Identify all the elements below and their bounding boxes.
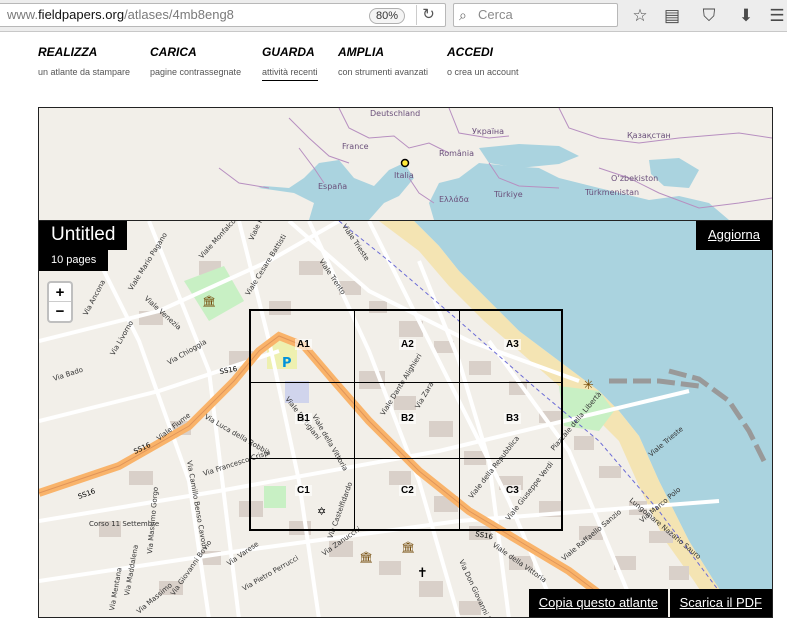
url-host: fieldpapers.org: [38, 7, 125, 22]
grid-cell-b3[interactable]: B3: [460, 383, 563, 459]
grid-label: A3: [504, 339, 521, 350]
url-path: /atlases/4mb8eng8: [124, 7, 234, 22]
grid-label: A2: [399, 339, 416, 350]
download-icon[interactable]: ⬇: [735, 5, 757, 27]
grid-label: A1: [295, 339, 312, 350]
overview-label-deutschland: Deutschland: [370, 109, 420, 118]
overview-label-ozbekiston: O‘zbekiston: [611, 174, 658, 183]
overview-label-italia: Italia: [394, 171, 414, 180]
atlas-title: Untitled: [39, 221, 128, 250]
grid-cell-c3[interactable]: C3: [460, 459, 563, 529]
grid-cell-a2[interactable]: A2: [355, 311, 460, 383]
fountain-icon: ✳: [583, 378, 594, 393]
nav-subtitle: con strumenti avanzati: [338, 67, 429, 77]
church-icon: ✝: [417, 566, 428, 581]
grid-cell-c1[interactable]: C1: [251, 459, 355, 529]
nav-title: AMPLIA: [338, 45, 384, 59]
museum-icon: 🏛: [359, 551, 373, 564]
nav-title: REALIZZA: [38, 45, 98, 59]
zoom-in-button[interactable]: +: [49, 283, 71, 302]
overview-label-espana: España: [318, 182, 347, 191]
grid-cell-a3[interactable]: A3: [460, 311, 563, 383]
museum-icon: 🏛: [202, 295, 216, 308]
atlas-page-grid: A1 A2 A3 B1 B2 B3 C1 C2 C3: [249, 309, 563, 531]
grid-label: C2: [399, 485, 416, 496]
zoom-level-badge[interactable]: 80%: [369, 8, 406, 24]
nav-item-carica[interactable]: CARICA pagine contrassegnate: [150, 45, 241, 77]
grid-cell-a1[interactable]: A1: [251, 311, 355, 383]
search-input[interactable]: ⌕ Cerca: [453, 3, 618, 27]
grid-label: B2: [399, 413, 416, 424]
grid-label: B1: [295, 413, 312, 424]
menu-icon[interactable]: ☰: [766, 5, 787, 27]
nav-title: ACCEDI: [447, 45, 494, 59]
overview-map[interactable]: Deutschland Україна Қазақстан France Rom…: [39, 108, 772, 220]
search-icon: ⌕: [459, 7, 467, 23]
nav-subtitle: o crea un account: [447, 67, 519, 77]
nav-title: CARICA: [150, 45, 197, 59]
grid-label: B3: [504, 413, 521, 424]
search-placeholder: Cerca: [478, 7, 513, 22]
reload-icon[interactable]: ↻: [416, 5, 440, 25]
reading-list-icon[interactable]: ▤: [661, 5, 683, 27]
nav-item-amplia[interactable]: AMPLIA con strumenti avanzati: [338, 45, 428, 77]
overview-label-ellada: Ελλάδα: [439, 195, 469, 204]
copy-atlas-button[interactable]: Copia questo atlante: [528, 589, 668, 617]
grid-label: C1: [295, 485, 312, 496]
overview-label-france: France: [342, 142, 369, 151]
overview-label-turkmenistan: Türkmenistan: [584, 188, 639, 197]
atlas-map-frame: Deutschland Україна Қазақстан France Rom…: [38, 107, 773, 618]
grid-cell-b2[interactable]: B2: [355, 383, 460, 459]
overview-label-ukraina: Україна: [472, 127, 504, 136]
update-button[interactable]: Aggiorna: [695, 221, 772, 250]
browser-toolbar: www.fieldpapers.org/atlases/4mb8eng8 80%…: [0, 0, 787, 32]
nav-subtitle: un atlante da stampare: [38, 67, 131, 77]
nav-item-guarda[interactable]: GUARDA attività recenti: [262, 45, 318, 81]
museum-icon: 🏛: [401, 541, 415, 554]
url-prefix: www.: [7, 7, 39, 22]
nav-item-accedi[interactable]: ACCEDI o crea un account: [447, 45, 519, 77]
download-pdf-button[interactable]: Scarica il PDF: [669, 589, 772, 617]
nav-item-realizza[interactable]: REALIZZA un atlante da stampare: [38, 45, 130, 77]
grid-label: C3: [504, 485, 521, 496]
atlas-page-count: 10 pages: [39, 250, 109, 271]
grid-cell-c2[interactable]: C2: [355, 459, 460, 529]
nav-subtitle: pagine contrassegnate: [150, 67, 242, 77]
pocket-icon[interactable]: ⛉: [698, 5, 720, 27]
overview-label-kazakhstan: Қазақстан: [627, 131, 671, 140]
nav-title: GUARDA: [262, 45, 315, 59]
nav-subtitle: attività recenti: [262, 67, 318, 81]
overview-label-turkiye: Türkiye: [493, 190, 523, 199]
bookmark-star-icon[interactable]: ☆: [629, 5, 651, 27]
grid-cell-b1[interactable]: B1: [251, 383, 355, 459]
url-bar[interactable]: www.fieldpapers.org/atlases/4mb8eng8 80%…: [0, 3, 446, 27]
map-zoom-control: + −: [47, 281, 73, 323]
zoom-out-button[interactable]: −: [49, 302, 71, 321]
overview-label-romania: România: [439, 149, 474, 158]
